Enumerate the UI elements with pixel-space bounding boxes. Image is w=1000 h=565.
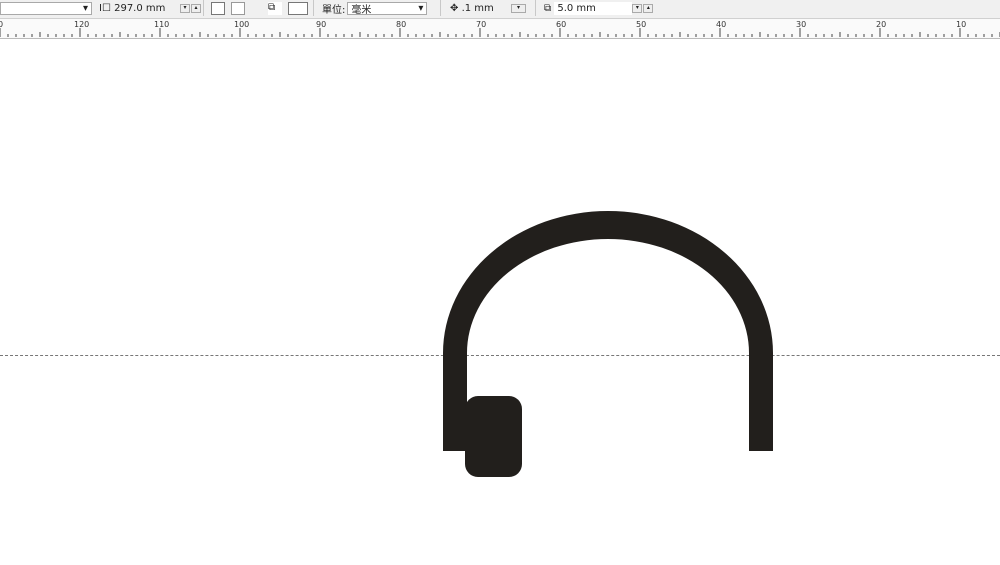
headphones-icon[interactable] bbox=[0, 0, 1000, 565]
ear-cup[interactable] bbox=[465, 396, 522, 477]
